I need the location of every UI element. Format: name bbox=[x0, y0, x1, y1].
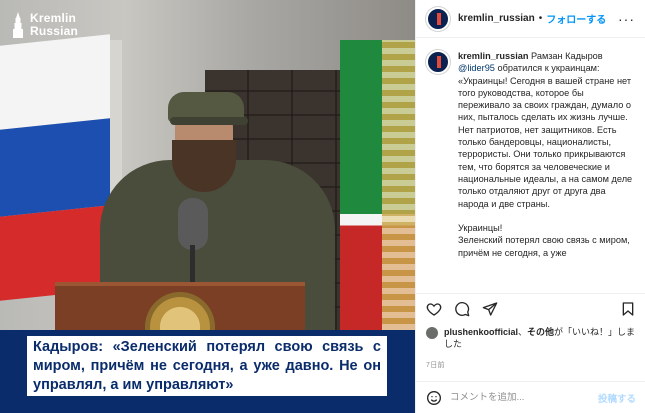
post-caption: kremlin_russian Рамзан Кадыров @lider95 … bbox=[458, 50, 636, 293]
likes-summary: plushenkoofficial、その他が「いいね！」しました bbox=[426, 326, 638, 350]
share-icon[interactable] bbox=[482, 301, 498, 317]
kremlin-russian-logo: Kremlin Russian bbox=[12, 12, 78, 38]
logo-line-2: Russian bbox=[30, 24, 79, 38]
post-comment-button[interactable]: 投稿する bbox=[598, 391, 636, 405]
likes-separator: 、 bbox=[518, 327, 528, 337]
image-caption: Кадыров: «Зеленский потерял свою связь с… bbox=[33, 339, 381, 393]
instagram-post-view: Kremlin Russian Кадыров: «Зеленский поте… bbox=[0, 0, 645, 413]
speaker-cap-brim bbox=[170, 117, 248, 125]
liker-avatar[interactable] bbox=[426, 327, 438, 339]
chechen-flag bbox=[340, 40, 415, 330]
comment-bar: 投稿する bbox=[416, 381, 645, 413]
caption-box: Кадыров: «Зеленский потерял свою связь с… bbox=[27, 336, 387, 396]
comment-icon[interactable] bbox=[454, 301, 470, 317]
action-bar bbox=[416, 293, 645, 323]
post-header: kremlin_russian • フォローする ··· bbox=[416, 0, 645, 38]
follow-button[interactable]: フォローする bbox=[546, 11, 606, 26]
liker-username[interactable]: plushenkoofficial bbox=[444, 327, 518, 337]
likes-others-link[interactable]: その他 bbox=[527, 327, 554, 337]
post-sidebar: kremlin_russian • フォローする ··· kremlin_rus… bbox=[415, 0, 645, 413]
likes-text: plushenkoofficial、その他が「いいね！」しました bbox=[444, 326, 638, 350]
bookmark-icon[interactable] bbox=[620, 301, 636, 317]
caption-lead: обратился к украинцам: bbox=[497, 63, 600, 74]
caption-paragraph-3: Зеленский потерял свою связь с миром, пр… bbox=[458, 235, 630, 258]
kremlin-tower-icon bbox=[13, 12, 23, 38]
comment-input[interactable] bbox=[450, 392, 590, 403]
caption-mention-link[interactable]: @lider95 bbox=[458, 63, 495, 73]
microphone bbox=[178, 198, 208, 250]
caption-thread: kremlin_russian Рамзан Кадыров @lider95 … bbox=[416, 38, 645, 293]
heart-icon[interactable] bbox=[426, 301, 442, 317]
caption-paragraph-1: «Украинцы! Сегодня в вашей стране нет то… bbox=[458, 75, 633, 209]
header-separator: • bbox=[538, 13, 543, 24]
logo-text: Kremlin Russian bbox=[30, 12, 78, 38]
russian-flag bbox=[0, 34, 110, 301]
caption-username[interactable]: kremlin_russian bbox=[458, 51, 528, 61]
author-avatar[interactable] bbox=[426, 6, 450, 31]
caption-author-avatar[interactable] bbox=[426, 50, 450, 74]
header-username[interactable]: kremlin_russian bbox=[458, 13, 535, 24]
caption-fade bbox=[416, 279, 645, 293]
caption-author-name: Рамзан Кадыров bbox=[531, 51, 603, 61]
post-timestamp[interactable]: 7日前 bbox=[426, 360, 445, 370]
post-image[interactable]: Kremlin Russian Кадыров: «Зеленский поте… bbox=[0, 0, 415, 413]
caption-paragraph-2: Украинцы! bbox=[458, 223, 503, 234]
more-horizontal-icon[interactable]: ··· bbox=[618, 11, 635, 27]
microphone-stand bbox=[190, 245, 195, 285]
emoji-icon[interactable] bbox=[426, 390, 442, 406]
